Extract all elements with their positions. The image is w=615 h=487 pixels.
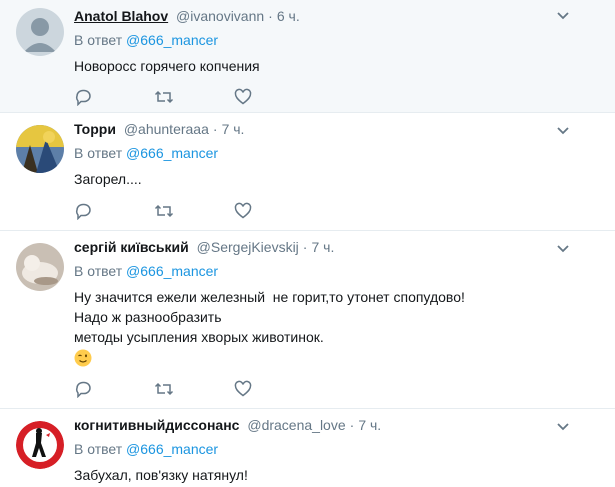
author-handle[interactable]: @ivanovivann xyxy=(176,8,264,24)
author-name[interactable]: когнитивныйдиссонанс xyxy=(74,417,239,433)
retweet-button[interactable] xyxy=(154,85,234,109)
tweet-line: Загорел.... xyxy=(74,171,142,187)
chevron-down-icon[interactable] xyxy=(553,121,573,141)
like-button[interactable] xyxy=(234,85,314,109)
reply-button[interactable] xyxy=(74,377,154,401)
separator-dot: · xyxy=(268,8,273,24)
chevron-down-icon[interactable] xyxy=(553,239,573,259)
author-handle[interactable]: @SergejKievskij xyxy=(197,239,299,255)
avatar[interactable] xyxy=(16,125,64,173)
tweet[interactable]: сергій київський @SergejKievskij · 7 ч. В … xyxy=(0,231,615,409)
separator-dot: · xyxy=(302,239,308,255)
default-avatar-icon xyxy=(16,8,64,56)
reply-context: В ответ @666_mancer xyxy=(74,143,599,163)
author-handle[interactable]: @ahunteraaa xyxy=(124,121,209,137)
tweet[interactable]: Anatol Blahov @ivanovivann · 6 ч. В ответ … xyxy=(0,0,615,113)
reply-prefix: В ответ xyxy=(74,145,123,161)
reply-context: В ответ @666_mancer xyxy=(74,30,599,50)
reply-mention[interactable]: @666_mancer xyxy=(126,32,218,48)
like-button[interactable] xyxy=(234,377,314,401)
retweet-button[interactable] xyxy=(154,199,234,223)
reply-mention[interactable]: @666_mancer xyxy=(126,145,218,161)
author-name[interactable]: Anatol Blahov xyxy=(74,8,168,24)
tweet-actions xyxy=(74,85,314,109)
tweet-line: Надо ж разнообразить xyxy=(74,309,222,325)
author-name[interactable]: Торри xyxy=(74,121,116,137)
tweet-actions xyxy=(74,199,314,223)
avatar[interactable] xyxy=(16,421,64,469)
reply-mention[interactable]: @666_mancer xyxy=(126,441,218,457)
separator-dot: · xyxy=(349,417,355,433)
reply-icon xyxy=(75,203,91,220)
reply-mention[interactable]: @666_mancer xyxy=(126,263,218,279)
timestamp[interactable]: 6 ч. xyxy=(277,8,300,24)
tweet-line: Новоросс горячего копчения xyxy=(74,58,260,74)
retweet-icon xyxy=(154,90,174,104)
reply-context: В ответ @666_mancer xyxy=(74,261,599,281)
author-name[interactable]: сергій київський xyxy=(74,239,189,255)
timestamp[interactable]: 7 ч. xyxy=(222,121,245,137)
tweet-text: Ну значится ежели железный не горит,то у… xyxy=(74,287,599,372)
separator-dot: · xyxy=(212,121,218,137)
tweet-actions xyxy=(74,377,314,401)
avatar-image xyxy=(16,243,64,291)
retweet-icon xyxy=(154,204,174,218)
avatar-image xyxy=(16,421,64,469)
avatar[interactable] xyxy=(16,8,64,56)
timestamp[interactable]: 7 ч. xyxy=(358,417,381,433)
like-icon xyxy=(234,202,252,219)
reply-prefix: В ответ xyxy=(74,263,123,279)
tweet[interactable]: Торри @ahunteraaa · 7 ч. В ответ @666_manc… xyxy=(0,113,615,231)
author-handle[interactable]: @dracena_love xyxy=(247,417,345,433)
tweet-text: Загорел.... xyxy=(74,169,599,189)
like-icon xyxy=(234,380,252,397)
like-icon xyxy=(234,88,252,105)
reply-button[interactable] xyxy=(74,199,154,223)
tweet-line: Забухал, пов'язку натянул! xyxy=(74,467,248,483)
like-button[interactable] xyxy=(234,199,314,223)
chevron-down-icon[interactable] xyxy=(553,417,573,437)
chevron-down-icon[interactable] xyxy=(553,6,573,26)
timestamp[interactable]: 7 ч. xyxy=(311,239,334,255)
avatar[interactable] xyxy=(16,243,64,291)
tweet[interactable]: когнитивныйдиссонанс @dracena_love · 7 ч. … xyxy=(0,409,615,487)
retweet-button[interactable] xyxy=(154,377,234,401)
reply-prefix: В ответ xyxy=(74,441,123,457)
reply-button[interactable] xyxy=(74,85,154,109)
avatar-image xyxy=(16,125,64,173)
tweet-line: Ну значится ежели железный не горит,то у… xyxy=(74,289,465,305)
reply-prefix: В ответ xyxy=(74,32,123,48)
wink-face-emoji-icon xyxy=(74,349,92,367)
reply-icon xyxy=(75,89,91,106)
tweet-text: Новоросс горячего копчения xyxy=(74,56,599,76)
reply-context: В ответ @666_mancer xyxy=(74,439,599,459)
reply-icon xyxy=(75,381,91,398)
tweet-line: методы усыпления хворых животинок. xyxy=(74,329,324,345)
retweet-icon xyxy=(154,382,174,396)
tweet-text: Забухал, пов'язку натянул! xyxy=(74,465,599,485)
